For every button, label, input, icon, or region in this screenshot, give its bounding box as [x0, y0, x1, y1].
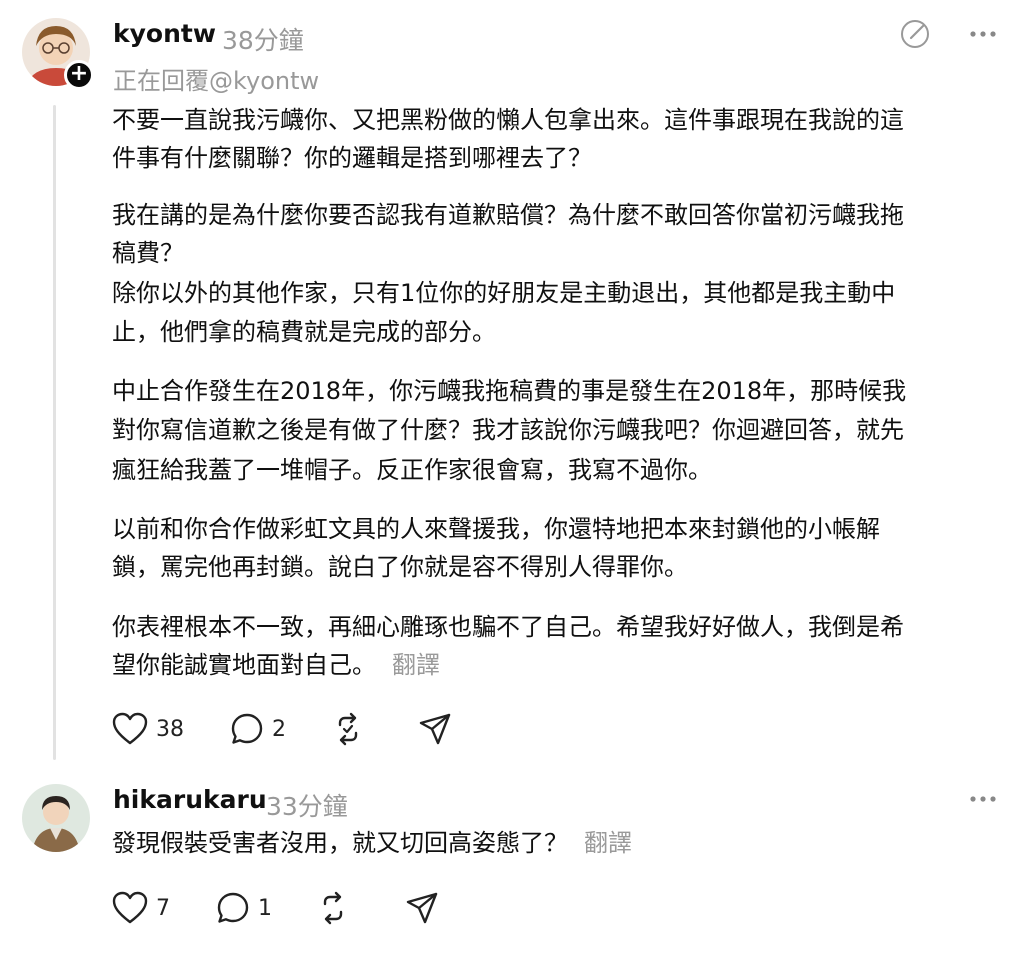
more-icon[interactable]	[968, 24, 998, 48]
comment-count: 1	[258, 895, 272, 921]
comment-icon	[231, 713, 263, 744]
post-text: 望你能誠實地面對自己。	[112, 651, 376, 679]
post-text-line: 以前和你合作做彩虹文具的人來聲援我，你還特地把本來封鎖他的小帳解	[112, 515, 880, 543]
post-text-line: 鎖，罵完他再封鎖。說白了你就是容不得別人得罪你。	[112, 553, 688, 581]
like-count: 38	[156, 716, 184, 742]
post-text: 發現假裝受害者沒用，就又切回高姿態了？	[112, 829, 568, 857]
translate-link[interactable]: 翻譯	[584, 829, 632, 857]
like-count: 7	[156, 895, 170, 921]
share-button[interactable]	[405, 891, 439, 925]
share-button[interactable]	[418, 712, 452, 746]
repost-button[interactable]	[316, 891, 350, 925]
repost-icon	[338, 712, 358, 746]
heart-icon	[112, 891, 148, 924]
comment-count: 2	[272, 716, 286, 742]
replying-to-label[interactable]: 正在回覆@kyontw	[113, 61, 319, 96]
timestamp: 38分鐘	[222, 26, 304, 55]
timestamp: 33分鐘	[266, 792, 348, 821]
edit-circle-icon[interactable]	[899, 18, 931, 54]
post-text-line: 件事有什麼關聯？你的邏輯是搭到哪裡去了？	[112, 144, 592, 172]
post-text-line: 瘋狂給我蓋了一堆帽子。反正作家很會寫，我寫不過你。	[112, 456, 712, 484]
post-text-line: 中止合作發生在2018年，你污衊我拖稿費的事是發生在2018年，那時候我	[112, 377, 907, 405]
comment-icon	[217, 892, 249, 923]
follow-plus-icon[interactable]: +	[64, 60, 94, 90]
username[interactable]: kyontw	[113, 19, 216, 48]
repost-icon	[323, 891, 343, 925]
post-text-line: 不要一直說我污衊你、又把黑粉做的懶人包拿出來。這件事跟現在我說的這	[112, 106, 904, 134]
more-icon[interactable]	[968, 789, 998, 813]
post-text-line: 你表裡根本不一致，再細心雕琢也騙不了自己。希望我好好做人，我倒是希	[112, 613, 904, 641]
post-text-line: 除你以外的其他作家，只有1位你的好朋友是主動退出，其他都是我主動中	[112, 279, 896, 307]
comment-button[interactable]: 1	[216, 891, 272, 925]
like-button[interactable]: 7	[112, 891, 170, 925]
avatar-hikarukaru[interactable]	[22, 784, 90, 852]
like-button[interactable]: 38	[112, 712, 184, 746]
repost-button[interactable]	[331, 712, 365, 746]
share-icon	[419, 713, 451, 745]
post-text-line-last: 望你能誠實地面對自己。 翻譯	[112, 646, 1012, 684]
username[interactable]: hikarukaru	[113, 785, 267, 814]
heart-icon	[112, 712, 148, 745]
post-text-line: 稿費？	[112, 239, 184, 267]
post-text-line: 止，他們拿的稿費就是完成的部分。	[112, 318, 496, 346]
post-text-line: 對你寫信道歉之後是有做了什麼？我才該說你污衊我吧？你迴避回答，就先	[112, 416, 904, 444]
post-text-line: 發現假裝受害者沒用，就又切回高姿態了？ 翻譯	[112, 824, 1012, 862]
thread-line	[53, 105, 56, 760]
comment-button[interactable]: 2	[230, 712, 286, 746]
post-text-line: 我在講的是為什麼你要否認我有道歉賠償？為什麼不敢回答你當初污衊我拖	[112, 201, 904, 229]
translate-link[interactable]: 翻譯	[392, 651, 440, 679]
share-icon	[406, 892, 438, 924]
